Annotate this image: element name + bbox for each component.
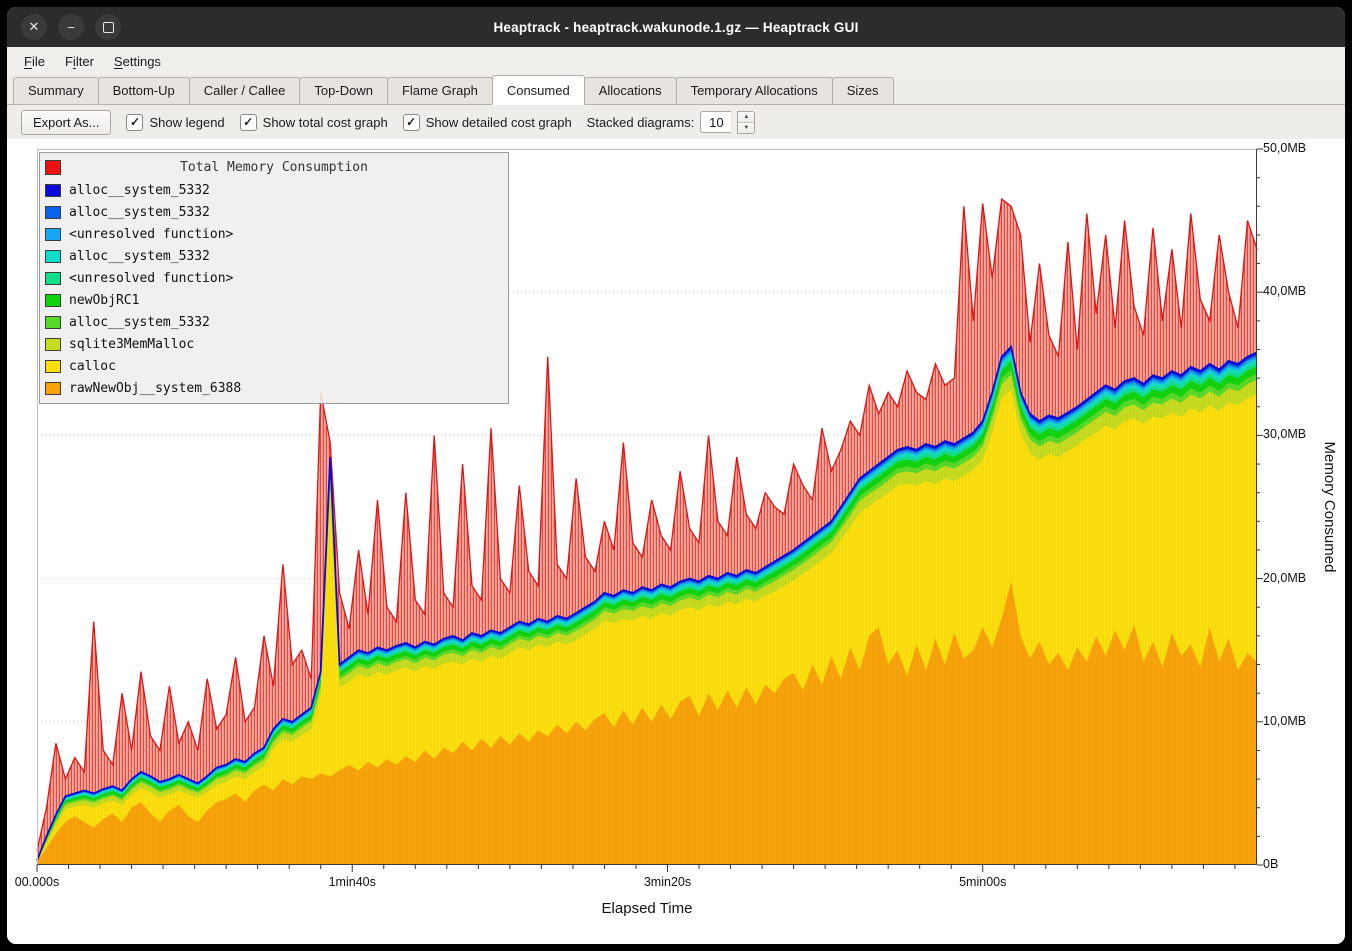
stacked-diagrams-label: Stacked diagrams: <box>587 115 695 130</box>
legend-label: rawNewObj__system_6388 <box>69 381 241 396</box>
app-window: ✕ − Heaptrack - heaptrack.wakunode.1.gz … <box>7 7 1345 944</box>
y-tick-label: 40,0MB <box>1263 284 1306 298</box>
legend-title-row: Total Memory Consumption <box>40 156 508 179</box>
stacked-diagrams-value[interactable]: 10 <box>700 111 731 133</box>
legend-item: newObjRC1 <box>40 289 508 311</box>
checkbox-icon: ✓ <box>403 114 420 131</box>
legend-label: alloc__system_5332 <box>69 205 210 220</box>
tab-sizes[interactable]: Sizes <box>832 77 894 104</box>
legend-swatch <box>45 250 61 263</box>
checkbox-icon: ✓ <box>126 114 143 131</box>
legend-label: sqlite3MemMalloc <box>69 337 194 352</box>
legend-swatch <box>45 316 61 329</box>
legend-swatch <box>45 206 61 219</box>
maximize-button[interactable] <box>95 14 121 40</box>
y-tick-label: 0B <box>1263 857 1278 871</box>
legend-label: <unresolved function> <box>69 227 233 242</box>
spinner-up-button[interactable]: ▲ <box>738 112 754 122</box>
tab-allocations[interactable]: Allocations <box>584 77 677 104</box>
export-as-button[interactable]: Export As... <box>21 110 111 135</box>
legend-title: Total Memory Consumption <box>40 160 508 175</box>
spinner-buttons: ▲ ▼ <box>737 111 755 134</box>
spinner-down-button[interactable]: ▼ <box>738 122 754 133</box>
close-icon: ✕ <box>29 19 40 35</box>
y-tick-label: 50,0MB <box>1263 141 1306 155</box>
maximize-icon <box>103 22 114 33</box>
checkbox-icon: ✓ <box>240 114 257 131</box>
legend-item: sqlite3MemMalloc <box>40 333 508 355</box>
tab-bottom-up[interactable]: Bottom-Up <box>98 77 190 104</box>
x-tick-label: 3min20s <box>644 875 691 889</box>
checkbox-show-legend[interactable]: ✓ Show legend <box>126 114 224 131</box>
checkbox-label: Show legend <box>149 115 224 130</box>
close-button[interactable]: ✕ <box>21 14 47 40</box>
checkbox-label: Show total cost graph <box>263 115 388 130</box>
legend-item: <unresolved function> <box>40 223 508 245</box>
tab-summary[interactable]: Summary <box>13 77 99 104</box>
title-bar: ✕ − Heaptrack - heaptrack.wakunode.1.gz … <box>7 7 1345 47</box>
legend-swatch <box>45 184 61 197</box>
legend-swatch <box>45 382 61 395</box>
y-tick-label: 10,0MB <box>1263 714 1306 728</box>
x-tick-label: 1min40s <box>329 875 376 889</box>
legend-label: <unresolved function> <box>69 271 233 286</box>
window-controls: ✕ − <box>21 14 121 40</box>
legend-item: alloc__system_5332 <box>40 311 508 333</box>
tab-flame-graph[interactable]: Flame Graph <box>387 77 493 104</box>
legend-swatch <box>45 294 61 307</box>
minimize-button[interactable]: − <box>58 14 84 40</box>
y-tick-label: 30,0MB <box>1263 427 1306 441</box>
tab-caller-callee[interactable]: Caller / Callee <box>189 77 301 104</box>
legend-label: calloc <box>69 359 116 374</box>
tab-consumed[interactable]: Consumed <box>492 75 585 105</box>
menu-bar: FileFilterSettings <box>7 47 1345 75</box>
x-tick-label: 5min00s <box>959 875 1006 889</box>
y-axis-title: Memory Consumed <box>1321 442 1338 573</box>
tab-temporary-allocations[interactable]: Temporary Allocations <box>676 77 833 104</box>
legend-label: alloc__system_5332 <box>69 183 210 198</box>
checkbox-label: Show detailed cost graph <box>426 115 572 130</box>
legend-item: <unresolved function> <box>40 267 508 289</box>
stacked-diagrams-spinner: Stacked diagrams: 10 ▲ ▼ <box>587 111 756 134</box>
tab-top-down[interactable]: Top-Down <box>299 77 388 104</box>
legend-label: newObjRC1 <box>69 293 139 308</box>
legend-item: calloc <box>40 355 508 377</box>
legend-item: alloc__system_5332 <box>40 245 508 267</box>
total-swatch <box>45 160 61 175</box>
checkbox-group: ✓ Show legend ✓ Show total cost graph ✓ Show … <box>126 114 571 131</box>
legend-item: alloc__system_5332 <box>40 201 508 223</box>
checkbox-show-total-cost-graph[interactable]: ✓ Show total cost graph <box>240 114 388 131</box>
toolbar: Export As... ✓ Show legend ✓ Show total cos… <box>7 105 1345 139</box>
legend-swatch <box>45 272 61 285</box>
legend-swatch <box>45 360 61 373</box>
menu-filter[interactable]: Filter <box>56 50 103 73</box>
legend-swatch <box>45 228 61 241</box>
legend-label: alloc__system_5332 <box>69 315 210 330</box>
legend-item: alloc__system_5332 <box>40 179 508 201</box>
consumed-chart-area: Total Memory Consumption alloc__system_5… <box>7 139 1345 944</box>
minimize-icon: − <box>67 20 75 35</box>
menu-file[interactable]: File <box>15 50 54 73</box>
legend-swatch <box>45 338 61 351</box>
chart-legend: Total Memory Consumption alloc__system_5… <box>39 152 509 404</box>
menu-settings[interactable]: Settings <box>105 50 170 73</box>
tab-bar: SummaryBottom-UpCaller / CalleeTop-DownF… <box>7 75 1345 105</box>
legend-item: rawNewObj__system_6388 <box>40 377 508 399</box>
legend-label: alloc__system_5332 <box>69 249 210 264</box>
y-tick-label: 20,0MB <box>1263 571 1306 585</box>
checkbox-show-detailed-cost-graph[interactable]: ✓ Show detailed cost graph <box>403 114 572 131</box>
x-tick-label: 00.000s <box>15 875 59 889</box>
x-axis-title: Elapsed Time <box>37 900 1257 917</box>
window-title: Heaptrack - heaptrack.wakunode.1.gz — He… <box>493 20 858 35</box>
